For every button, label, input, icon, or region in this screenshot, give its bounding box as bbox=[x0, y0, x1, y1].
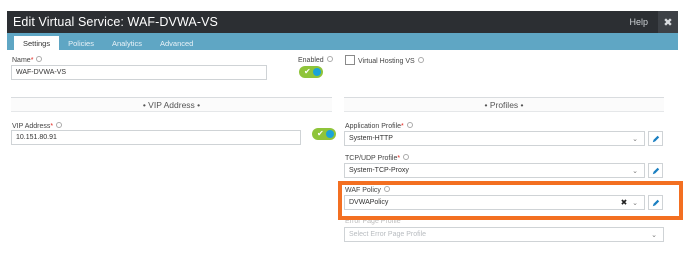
dialog-titlebar: Edit Virtual Service: WAF-DVWA-VS Help ✖ bbox=[7, 11, 678, 33]
vip-address-section-header: • VIP Address • bbox=[11, 97, 332, 112]
dialog-title: Edit Virtual Service: WAF-DVWA-VS bbox=[13, 15, 218, 29]
waf-policy-value: DVWAPolicy bbox=[349, 199, 389, 206]
tab-settings[interactable]: Settings bbox=[14, 36, 60, 50]
check-icon: ✔ bbox=[304, 67, 311, 76]
clear-icon[interactable]: ✖ bbox=[618, 198, 630, 207]
error-page-profile-placeholder: Select Error Page Profile bbox=[349, 231, 427, 238]
vip-enabled-toggle[interactable]: ✔ bbox=[312, 128, 336, 140]
pencil-icon bbox=[652, 167, 659, 174]
vip-address-input[interactable]: 10.151.80.91 bbox=[11, 130, 301, 145]
virtual-hosting-label: Virtual Hosting VS bbox=[358, 57, 424, 65]
vip-address-value: 10.151.80.91 bbox=[16, 134, 57, 141]
required-marker: * bbox=[30, 57, 34, 64]
waf-policy-label: WAF Policy bbox=[345, 186, 390, 194]
edit-application-profile-button[interactable] bbox=[648, 131, 663, 146]
tcp-udp-profile-select[interactable]: System-TCP-Proxy ⌄ bbox=[344, 163, 645, 178]
required-marker: * bbox=[50, 123, 54, 130]
tab-bar: Settings Policies Analytics Advanced bbox=[7, 33, 678, 50]
tab-advanced[interactable]: Advanced bbox=[151, 36, 202, 50]
waf-policy-select[interactable]: DVWAPolicy ✖ ⌄ bbox=[344, 195, 645, 210]
name-value: WAF-DVWA-VS bbox=[16, 69, 67, 76]
info-icon bbox=[383, 186, 390, 192]
application-profile-value: System-HTTP bbox=[349, 135, 393, 142]
check-icon: ✔ bbox=[317, 129, 324, 138]
chevron-down-icon[interactable]: ⌄ bbox=[630, 167, 640, 175]
toggle-knob bbox=[313, 68, 321, 76]
required-marker: * bbox=[401, 123, 404, 130]
virtual-hosting-checkbox[interactable] bbox=[345, 55, 355, 65]
pencil-icon bbox=[652, 199, 659, 206]
tcp-udp-profile-value: System-TCP-Proxy bbox=[349, 167, 409, 174]
tab-analytics[interactable]: Analytics bbox=[103, 36, 151, 50]
chevron-down-icon[interactable]: ⌄ bbox=[630, 135, 640, 143]
info-icon bbox=[417, 57, 424, 63]
info-icon bbox=[403, 154, 410, 160]
enabled-label: Enabled bbox=[298, 56, 333, 64]
help-link[interactable]: Help bbox=[629, 17, 648, 27]
vip-address-label: VIP Address* bbox=[12, 122, 63, 130]
info-icon bbox=[56, 122, 63, 128]
edit-tcp-udp-profile-button[interactable] bbox=[648, 163, 663, 178]
close-icon[interactable]: ✖ bbox=[658, 11, 678, 33]
toggle-knob bbox=[326, 130, 334, 138]
info-icon bbox=[36, 56, 43, 62]
name-input[interactable]: WAF-DVWA-VS bbox=[11, 65, 267, 80]
edit-waf-policy-button[interactable] bbox=[648, 195, 663, 210]
error-page-profile-select[interactable]: Select Error Page Profile ⌄ bbox=[344, 227, 664, 242]
enabled-toggle[interactable]: ✔ bbox=[299, 66, 323, 78]
chevron-down-icon[interactable]: ⌄ bbox=[630, 199, 640, 207]
info-icon bbox=[326, 56, 333, 62]
info-icon bbox=[406, 122, 413, 128]
name-label: Name* bbox=[12, 56, 43, 64]
profiles-section-header: • Profiles • bbox=[344, 97, 664, 112]
pencil-icon bbox=[652, 135, 659, 142]
required-marker: * bbox=[397, 155, 401, 162]
chevron-down-icon[interactable]: ⌄ bbox=[649, 231, 659, 239]
application-profile-label: Application Profile* bbox=[345, 122, 413, 130]
tcp-udp-profile-label: TCP/UDP Profile* bbox=[345, 154, 410, 162]
tab-policies[interactable]: Policies bbox=[59, 36, 103, 50]
application-profile-select[interactable]: System-HTTP ⌄ bbox=[344, 131, 645, 146]
